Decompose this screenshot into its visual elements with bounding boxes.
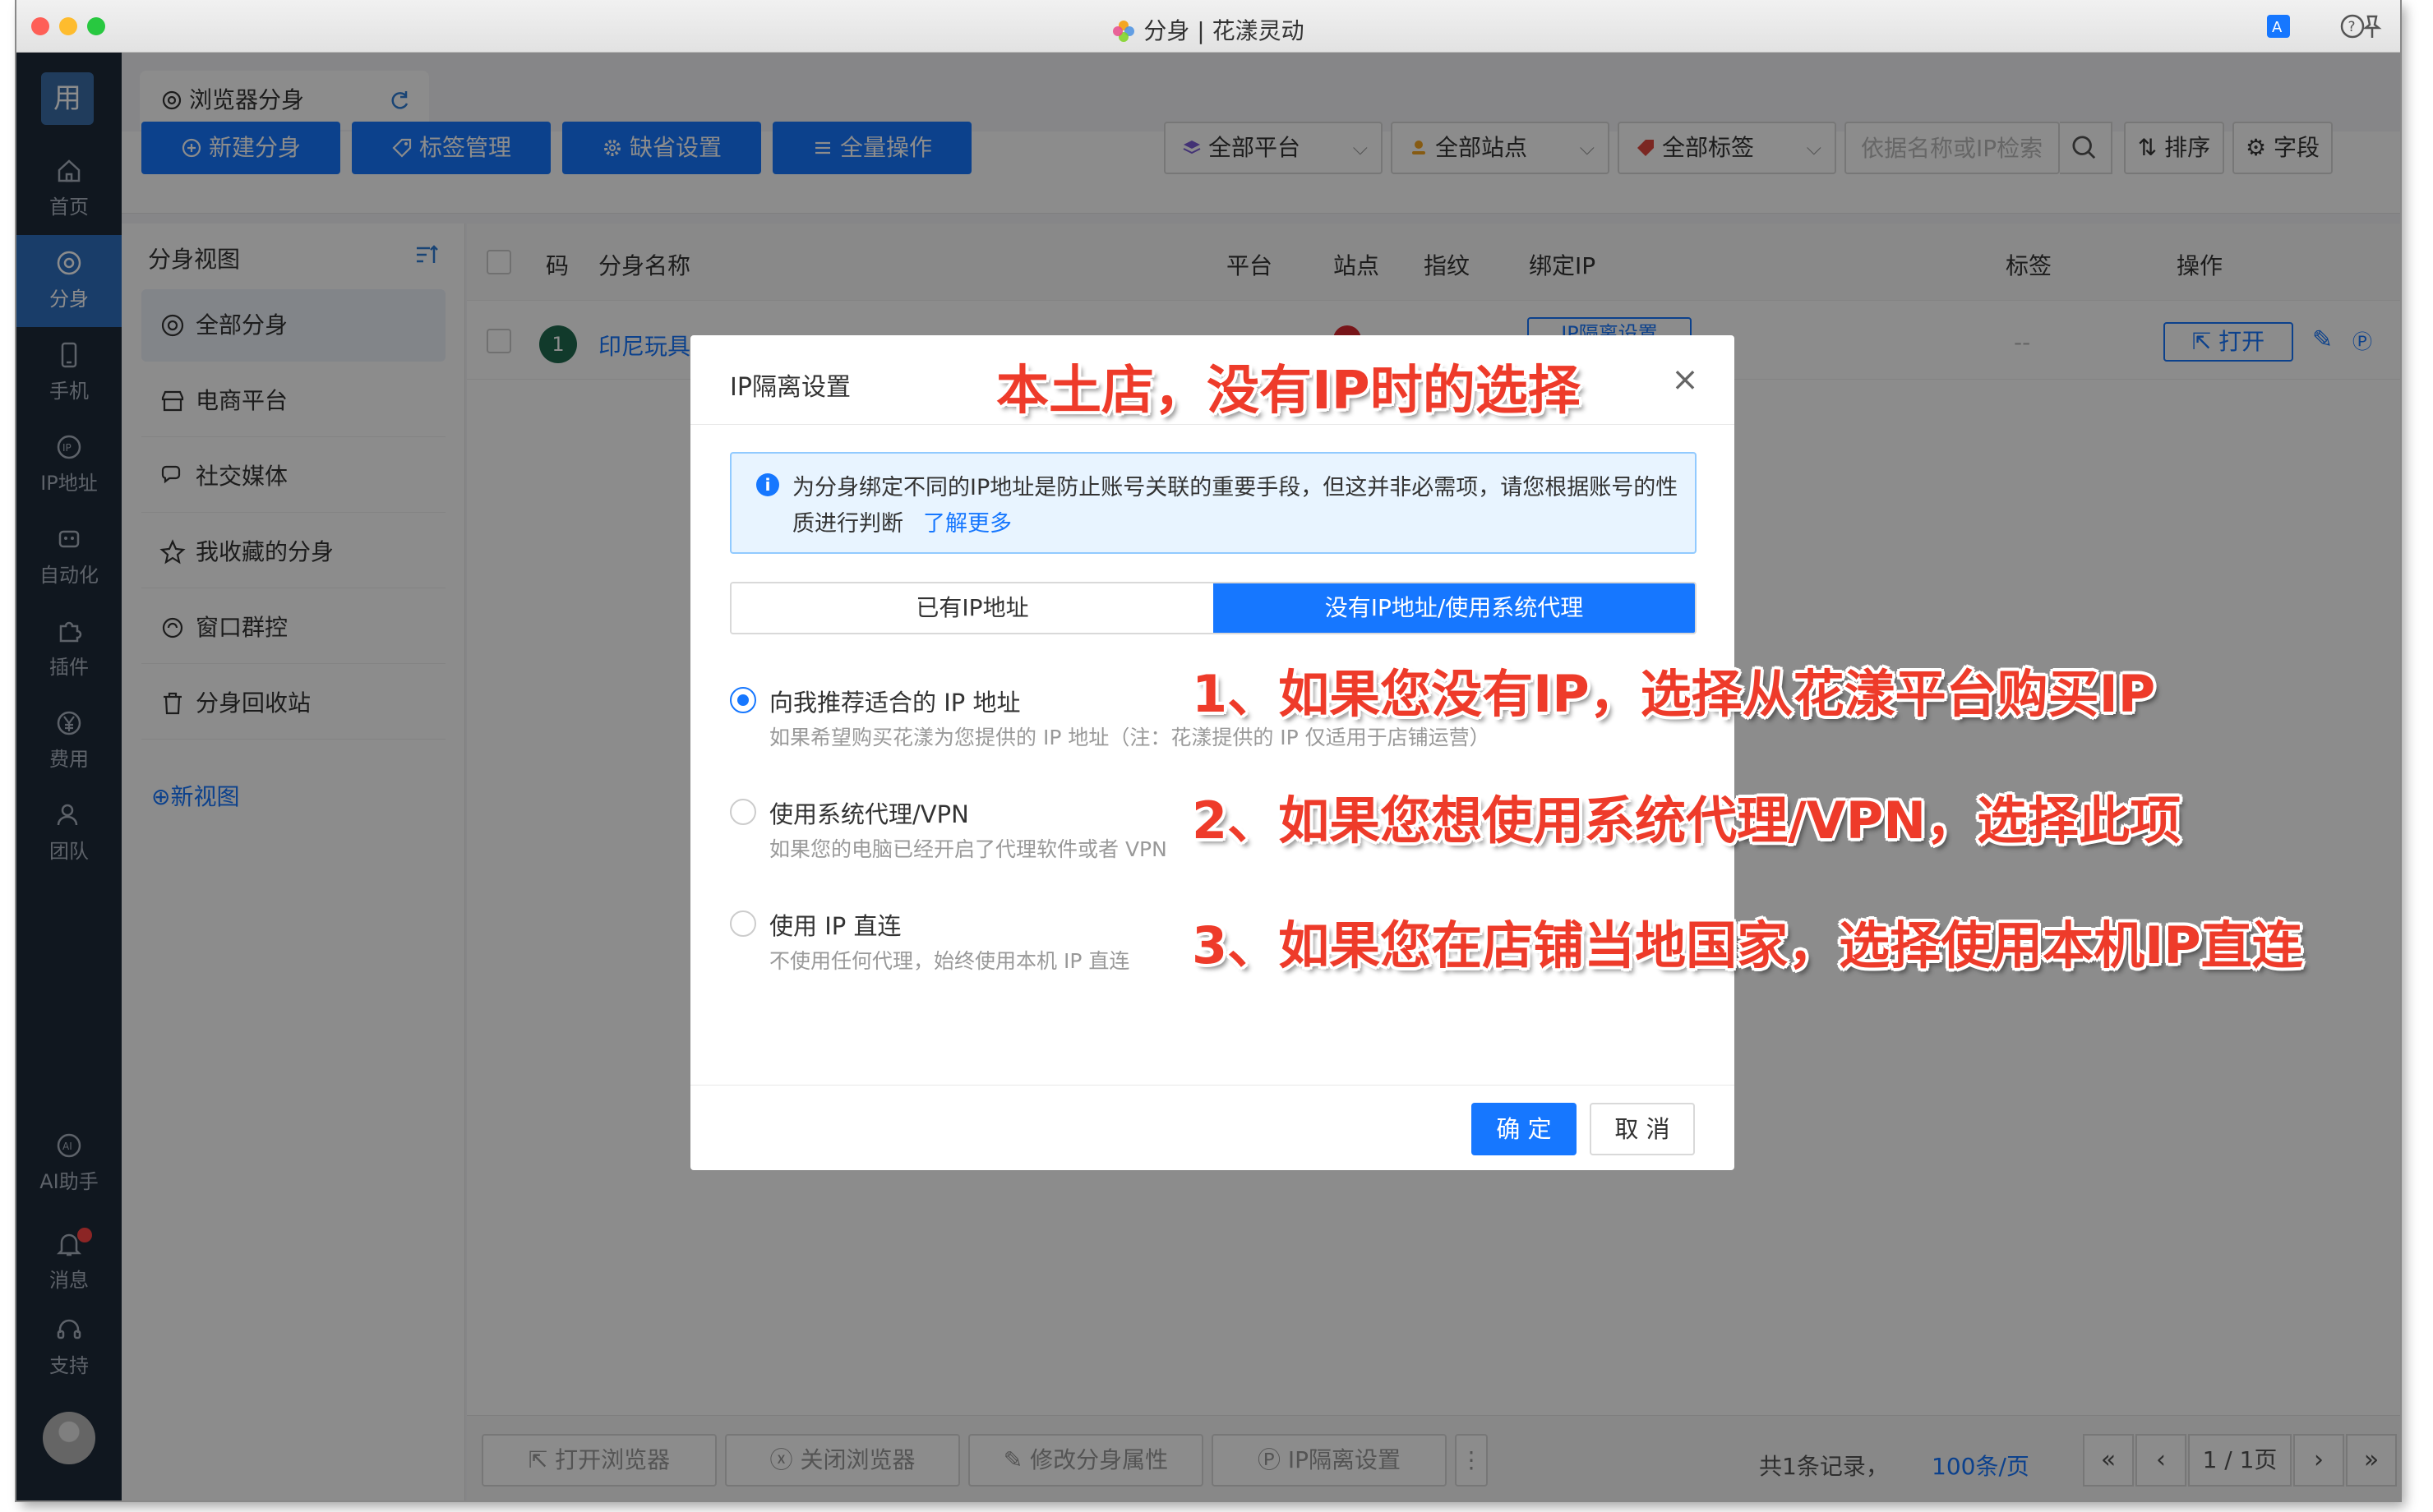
- window-title-text: 分身 | 花漾灵动: [1143, 17, 1304, 44]
- tab-has-ip[interactable]: 已有IP地址: [732, 583, 1213, 633]
- radio-button[interactable]: [730, 687, 756, 713]
- svg-text:?: ?: [2348, 19, 2356, 35]
- dialog-title: IP隔离设置: [730, 373, 851, 402]
- learn-more-link[interactable]: 了解更多: [923, 511, 1012, 537]
- annotation-3: 3、如果您在店铺当地国家，选择使用本机IP直连: [1192, 915, 2303, 975]
- option-label: 使用系统代理/VPN: [769, 800, 969, 828]
- window-title: 分身 | 花漾灵动: [16, 13, 2400, 46]
- option-description: 如果您的电脑已经开启了代理软件或者 VPN: [769, 837, 1167, 861]
- pin-icon[interactable]: [2359, 13, 2385, 39]
- divider: [690, 1085, 1734, 1086]
- divider: [690, 424, 1734, 425]
- option-label: 向我推荐适合的 IP 地址: [769, 689, 1021, 717]
- option-label: 使用 IP 直连: [769, 912, 902, 940]
- confirm-button[interactable]: 确 定: [1471, 1103, 1577, 1155]
- ip-mode-segmented-control: 已有IP地址 没有IP地址/使用系统代理: [730, 582, 1697, 634]
- title-bar: 分身 | 花漾灵动 A ?: [16, 0, 2400, 53]
- annotation-2: 2、如果您想使用系统代理/VPN，选择此项: [1192, 791, 2181, 850]
- cancel-button[interactable]: 取 消: [1590, 1103, 1695, 1155]
- svg-text:A: A: [2272, 19, 2283, 36]
- annotation-1: 1、如果您没有IP，选择从花漾平台购买IP: [1192, 664, 2156, 724]
- radio-button[interactable]: [730, 910, 756, 937]
- ip-isolation-dialog: IP隔离设置 × i 为分身绑定不同的IP地址是防止账号关联的重要手段，但这并非…: [690, 335, 1734, 1170]
- translate-icon[interactable]: A: [2265, 13, 2292, 39]
- close-icon[interactable]: ×: [1670, 363, 1700, 396]
- info-text: 为分身绑定不同的IP地址是防止账号关联的重要手段，但这并非必需项，请您根据账号的…: [792, 470, 1688, 542]
- flower-logo-icon: [1113, 21, 1135, 42]
- app-window: 分身 | 花漾灵动 A ? 用 首页 分身 手机 IP IP地址 自动化 插件 …: [16, 0, 2400, 1500]
- radio-button[interactable]: [730, 799, 756, 825]
- info-alert: i 为分身绑定不同的IP地址是防止账号关联的重要手段，但这并非必需项，请您根据账…: [730, 452, 1697, 554]
- info-icon: i: [756, 473, 779, 496]
- annotation-header: 本土店，没有IP时的选择: [996, 361, 1581, 422]
- option-description: 不使用任何代理，始终使用本机 IP 直连: [769, 949, 1130, 973]
- tab-no-ip-system-proxy[interactable]: 没有IP地址/使用系统代理: [1213, 583, 1695, 633]
